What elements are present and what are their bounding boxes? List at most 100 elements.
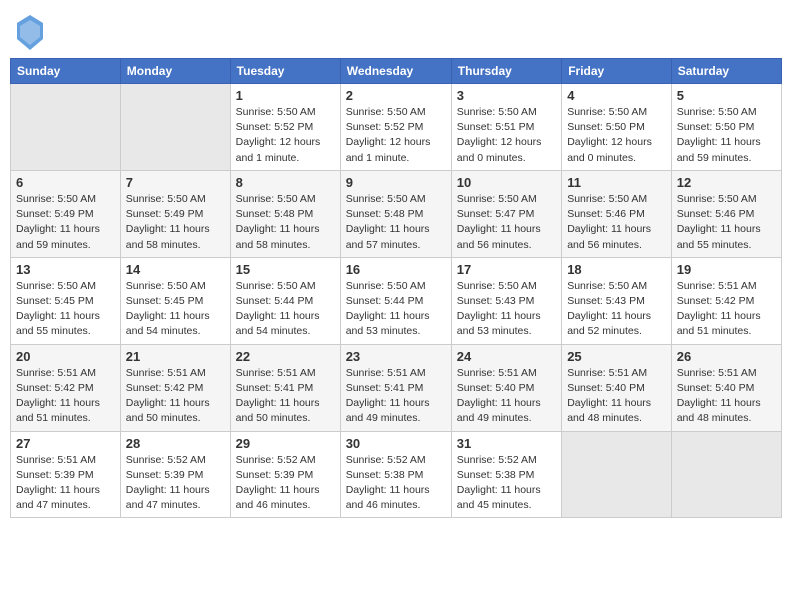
day-number: 2 <box>346 88 446 103</box>
day-cell: 30Sunrise: 5:52 AMSunset: 5:38 PMDayligh… <box>340 431 451 518</box>
weekday-header-thursday: Thursday <box>451 59 561 84</box>
day-cell: 21Sunrise: 5:51 AMSunset: 5:42 PMDayligh… <box>120 344 230 431</box>
day-cell: 29 Sunrise: 5:52 AMSunset: 5:39 PMDayligh… <box>230 431 340 518</box>
day-cell: 2 Sunrise: 5:50 AMSunset: 5:52 PMDaylight… <box>340 84 451 171</box>
day-info: Sunrise: 5:51 AMSunset: 5:42 PMDaylight:… <box>16 366 115 427</box>
weekday-header-saturday: Saturday <box>671 59 781 84</box>
day-cell <box>671 431 781 518</box>
day-number: 28 <box>126 436 225 451</box>
day-number: 7 <box>126 175 225 190</box>
day-number: 27 <box>16 436 115 451</box>
day-cell: 25Sunrise: 5:51 AMSunset: 5:40 PMDayligh… <box>562 344 672 431</box>
day-number: 9 <box>346 175 446 190</box>
day-cell: 8 Sunrise: 5:50 AMSunset: 5:48 PMDaylight… <box>230 170 340 257</box>
day-cell <box>11 84 121 171</box>
day-cell: 16Sunrise: 5:50 AMSunset: 5:44 PMDayligh… <box>340 257 451 344</box>
day-cell: 26 Sunrise: 5:51 AMSunset: 5:40 PMDayligh… <box>671 344 781 431</box>
day-cell: 13 Sunrise: 5:50 AMSunset: 5:45 PMDayligh… <box>11 257 121 344</box>
day-info: Sunrise: 5:50 AMSunset: 5:46 PMDaylight:… <box>677 192 776 253</box>
day-cell: 11 Sunrise: 5:50 AMSunset: 5:46 PMDayligh… <box>562 170 672 257</box>
day-info: Sunrise: 5:51 AMSunset: 5:42 PMDaylight:… <box>677 279 776 340</box>
day-cell: 27 Sunrise: 5:51 AMSunset: 5:39 PMDayligh… <box>11 431 121 518</box>
day-cell <box>120 84 230 171</box>
day-cell: 6 Sunrise: 5:50 AMSunset: 5:49 PMDaylight… <box>11 170 121 257</box>
day-number: 22 <box>236 349 335 364</box>
day-info: Sunrise: 5:52 AMSunset: 5:39 PMDaylight:… <box>126 453 225 514</box>
day-info: Sunrise: 5:50 AMSunset: 5:45 PMDaylight:… <box>16 279 115 340</box>
day-info: Sunrise: 5:52 AMSunset: 5:38 PMDaylight:… <box>457 453 556 514</box>
logo <box>15 15 49 50</box>
day-number: 18 <box>567 262 666 277</box>
day-number: 16 <box>346 262 446 277</box>
day-number: 15 <box>236 262 335 277</box>
day-info: Sunrise: 5:50 AMSunset: 5:44 PMDaylight:… <box>236 279 335 340</box>
logo-icon <box>15 15 45 50</box>
day-info: Sunrise: 5:50 AMSunset: 5:48 PMDaylight:… <box>346 192 446 253</box>
day-info: Sunrise: 5:50 AMSunset: 5:52 PMDaylight:… <box>236 105 335 166</box>
day-number: 3 <box>457 88 556 103</box>
day-cell: 23 Sunrise: 5:51 AMSunset: 5:41 PMDayligh… <box>340 344 451 431</box>
day-info: Sunrise: 5:51 AMSunset: 5:40 PMDaylight:… <box>457 366 556 427</box>
day-number: 6 <box>16 175 115 190</box>
weekday-header-monday: Monday <box>120 59 230 84</box>
day-info: Sunrise: 5:52 AMSunset: 5:38 PMDaylight:… <box>346 453 446 514</box>
page-header <box>10 10 782 50</box>
day-info: Sunrise: 5:51 AMSunset: 5:40 PMDaylight:… <box>567 366 666 427</box>
day-cell: 17Sunrise: 5:50 AMSunset: 5:43 PMDayligh… <box>451 257 561 344</box>
day-cell: 15 Sunrise: 5:50 AMSunset: 5:44 PMDayligh… <box>230 257 340 344</box>
day-number: 26 <box>677 349 776 364</box>
day-number: 11 <box>567 175 666 190</box>
day-info: Sunrise: 5:51 AMSunset: 5:42 PMDaylight:… <box>126 366 225 427</box>
day-cell: 3Sunrise: 5:50 AMSunset: 5:51 PMDaylight… <box>451 84 561 171</box>
day-cell: 10Sunrise: 5:50 AMSunset: 5:47 PMDayligh… <box>451 170 561 257</box>
day-number: 4 <box>567 88 666 103</box>
day-info: Sunrise: 5:50 AMSunset: 5:49 PMDaylight:… <box>16 192 115 253</box>
day-cell: 9 Sunrise: 5:50 AMSunset: 5:48 PMDaylight… <box>340 170 451 257</box>
weekday-header-row: SundayMondayTuesdayWednesdayThursdayFrid… <box>11 59 782 84</box>
day-number: 8 <box>236 175 335 190</box>
day-cell: 31 Sunrise: 5:52 AMSunset: 5:38 PMDayligh… <box>451 431 561 518</box>
day-cell: 19 Sunrise: 5:51 AMSunset: 5:42 PMDayligh… <box>671 257 781 344</box>
day-number: 23 <box>346 349 446 364</box>
day-number: 31 <box>457 436 556 451</box>
day-number: 13 <box>16 262 115 277</box>
day-info: Sunrise: 5:51 AMSunset: 5:39 PMDaylight:… <box>16 453 115 514</box>
day-cell: 12Sunrise: 5:50 AMSunset: 5:46 PMDayligh… <box>671 170 781 257</box>
day-info: Sunrise: 5:50 AMSunset: 5:50 PMDaylight:… <box>567 105 666 166</box>
day-cell: 24Sunrise: 5:51 AMSunset: 5:40 PMDayligh… <box>451 344 561 431</box>
day-cell: 4 Sunrise: 5:50 AMSunset: 5:50 PMDaylight… <box>562 84 672 171</box>
day-number: 19 <box>677 262 776 277</box>
day-cell: 22Sunrise: 5:51 AMSunset: 5:41 PMDayligh… <box>230 344 340 431</box>
week-row-1: 1 Sunrise: 5:50 AMSunset: 5:52 PMDaylight… <box>11 84 782 171</box>
weekday-header-wednesday: Wednesday <box>340 59 451 84</box>
day-number: 14 <box>126 262 225 277</box>
day-cell <box>562 431 672 518</box>
day-cell: 7Sunrise: 5:50 AMSunset: 5:49 PMDaylight… <box>120 170 230 257</box>
day-info: Sunrise: 5:50 AMSunset: 5:43 PMDaylight:… <box>567 279 666 340</box>
day-info: Sunrise: 5:50 AMSunset: 5:45 PMDaylight:… <box>126 279 225 340</box>
week-row-2: 6 Sunrise: 5:50 AMSunset: 5:49 PMDaylight… <box>11 170 782 257</box>
day-number: 20 <box>16 349 115 364</box>
day-info: Sunrise: 5:50 AMSunset: 5:52 PMDaylight:… <box>346 105 446 166</box>
day-cell: 18 Sunrise: 5:50 AMSunset: 5:43 PMDayligh… <box>562 257 672 344</box>
day-number: 1 <box>236 88 335 103</box>
calendar-table: SundayMondayTuesdayWednesdayThursdayFrid… <box>10 58 782 518</box>
day-info: Sunrise: 5:52 AMSunset: 5:39 PMDaylight:… <box>236 453 335 514</box>
day-cell: 20 Sunrise: 5:51 AMSunset: 5:42 PMDayligh… <box>11 344 121 431</box>
day-info: Sunrise: 5:50 AMSunset: 5:50 PMDaylight:… <box>677 105 776 166</box>
weekday-header-friday: Friday <box>562 59 672 84</box>
day-cell: 5Sunrise: 5:50 AMSunset: 5:50 PMDaylight… <box>671 84 781 171</box>
weekday-header-tuesday: Tuesday <box>230 59 340 84</box>
week-row-5: 27 Sunrise: 5:51 AMSunset: 5:39 PMDayligh… <box>11 431 782 518</box>
day-number: 29 <box>236 436 335 451</box>
day-info: Sunrise: 5:50 AMSunset: 5:47 PMDaylight:… <box>457 192 556 253</box>
day-info: Sunrise: 5:50 AMSunset: 5:43 PMDaylight:… <box>457 279 556 340</box>
day-cell: 28 Sunrise: 5:52 AMSunset: 5:39 PMDayligh… <box>120 431 230 518</box>
day-cell: 14 Sunrise: 5:50 AMSunset: 5:45 PMDayligh… <box>120 257 230 344</box>
day-info: Sunrise: 5:50 AMSunset: 5:48 PMDaylight:… <box>236 192 335 253</box>
day-info: Sunrise: 5:51 AMSunset: 5:41 PMDaylight:… <box>346 366 446 427</box>
week-row-4: 20 Sunrise: 5:51 AMSunset: 5:42 PMDayligh… <box>11 344 782 431</box>
day-info: Sunrise: 5:50 AMSunset: 5:46 PMDaylight:… <box>567 192 666 253</box>
week-row-3: 13 Sunrise: 5:50 AMSunset: 5:45 PMDayligh… <box>11 257 782 344</box>
day-info: Sunrise: 5:51 AMSunset: 5:40 PMDaylight:… <box>677 366 776 427</box>
